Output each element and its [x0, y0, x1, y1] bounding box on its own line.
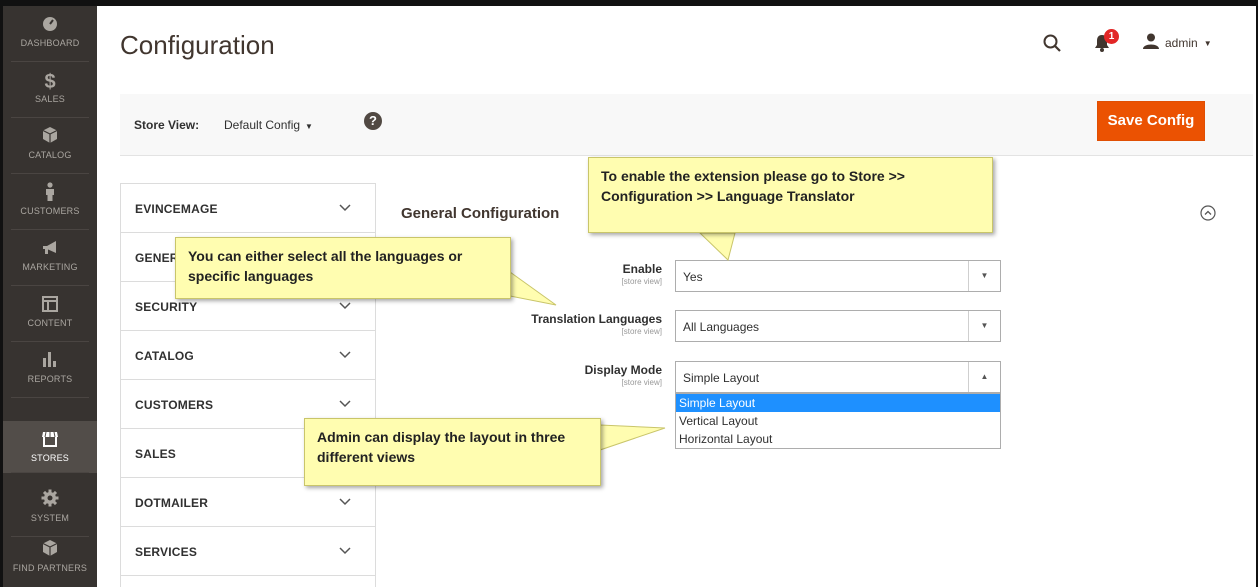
- callout-text: Admin can display the layout in three di…: [304, 418, 601, 486]
- callout-pointer: [599, 424, 666, 451]
